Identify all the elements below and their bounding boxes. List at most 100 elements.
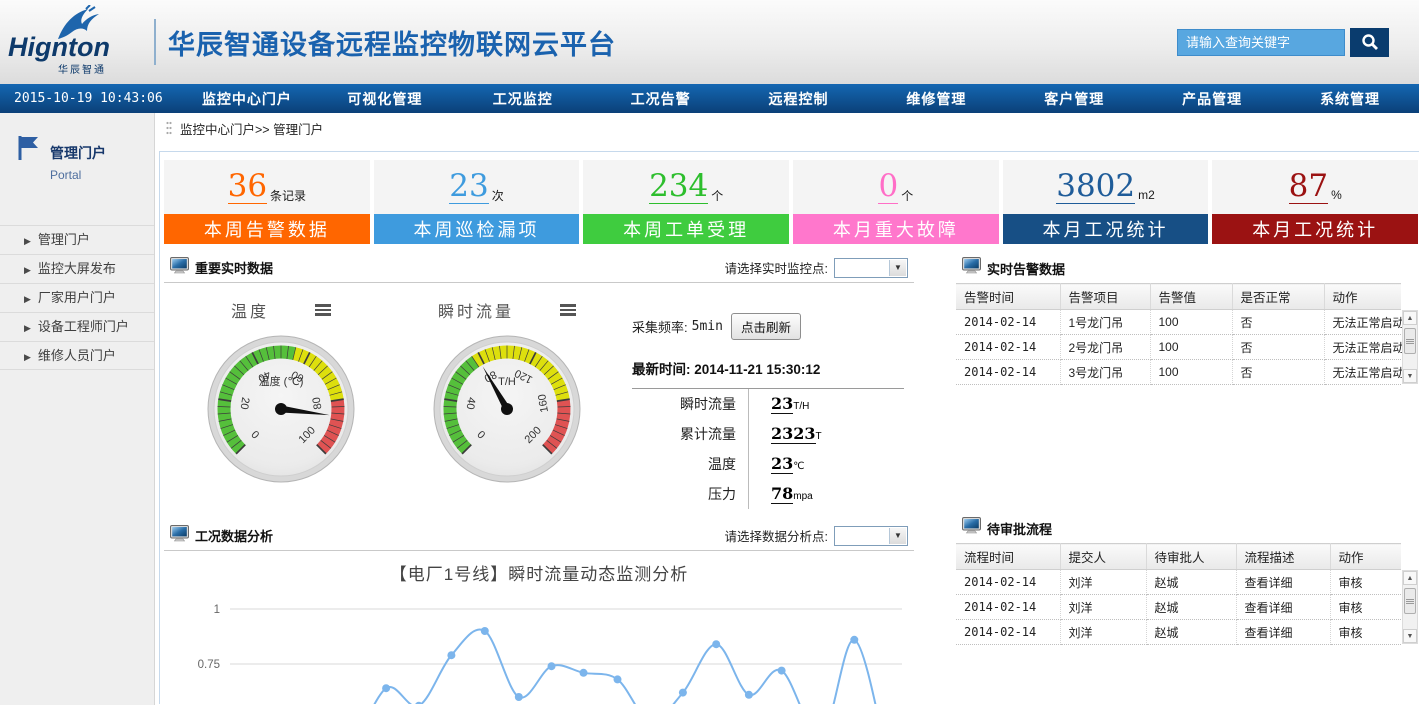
analysis-point-select[interactable]: ▼ bbox=[834, 526, 908, 546]
sidebar-item-2[interactable]: ▶监控大屏发布 bbox=[0, 254, 154, 283]
search-input[interactable] bbox=[1177, 29, 1345, 56]
table-cell: 100 bbox=[1150, 360, 1232, 385]
realtime-data-panel: 重要实时数据 请选择实时监控点: ▼ 温度020406080100温度 (℃)瞬… bbox=[164, 253, 914, 509]
stat-label[interactable]: 本月工况统计 bbox=[1212, 214, 1418, 244]
table-row[interactable]: 2014-02-142号龙门吊100否无法正常启动 bbox=[956, 335, 1401, 360]
nav-item-2[interactable]: 可视化管理 bbox=[316, 89, 454, 109]
scrollbar[interactable]: ▲▼ bbox=[1402, 570, 1418, 644]
menu-icon[interactable] bbox=[560, 302, 576, 318]
brand-logo[interactable]: Hignton 华辰智通 bbox=[0, 3, 152, 81]
stat-label[interactable]: 本周工单受理 bbox=[583, 214, 789, 244]
table-column-header[interactable]: 动作 bbox=[1330, 544, 1401, 570]
table-row[interactable]: 2014-02-14刘洋赵城查看详细审核 bbox=[956, 570, 1401, 595]
table-cell: 2014-02-14 bbox=[956, 360, 1060, 385]
sidebar-item-4[interactable]: ▶设备工程师门户 bbox=[0, 312, 154, 341]
gauge-dial: 020406080100温度 (℃) bbox=[202, 329, 360, 489]
scroll-thumb[interactable] bbox=[1404, 588, 1416, 614]
stat-label[interactable]: 本周巡检漏项 bbox=[374, 214, 580, 244]
nav-item-6[interactable]: 维修管理 bbox=[867, 89, 1005, 109]
scroll-down-icon[interactable]: ▼ bbox=[1403, 369, 1417, 383]
nav-item-7[interactable]: 客户管理 bbox=[1005, 89, 1143, 109]
nav-timestamp: 2015-10-19 10:43:06 bbox=[0, 91, 178, 106]
sidebar-item-3[interactable]: ▶厂家用户门户 bbox=[0, 283, 154, 312]
right-column: 实时告警数据 告警时间告警项目告警值是否正常动作2014-02-141号龙门吊1… bbox=[956, 253, 1418, 704]
table-cell: 否 bbox=[1232, 310, 1324, 335]
metric-row: 累计流量2323T bbox=[632, 419, 904, 449]
stat-cards-row: 36条记录本周告警数据23次本周巡检漏项234个本周工单受理0个本月重大故障38… bbox=[160, 152, 1419, 244]
table-row[interactable]: 2014-02-14刘洋赵城查看详细审核 bbox=[956, 620, 1401, 645]
nav-item-5[interactable]: 远程控制 bbox=[730, 89, 868, 109]
search-bar bbox=[1177, 28, 1389, 57]
sidebar-item-5[interactable]: ▶维修人员门户 bbox=[0, 341, 154, 370]
table-column-header[interactable]: 待审批人 bbox=[1146, 544, 1236, 570]
search-icon bbox=[1361, 33, 1379, 51]
stat-label[interactable]: 本月工况统计 bbox=[1003, 214, 1209, 244]
table-column-header[interactable]: 告警值 bbox=[1150, 284, 1232, 310]
refresh-button[interactable]: 点击刷新 bbox=[731, 313, 801, 340]
table-cell: 2号龙门吊 bbox=[1060, 335, 1150, 360]
nav-item-3[interactable]: 工况监控 bbox=[454, 89, 592, 109]
scroll-thumb[interactable] bbox=[1404, 328, 1416, 354]
table-cell: 查看详细 bbox=[1236, 595, 1330, 620]
stat-card-2[interactable]: 23次本周巡检漏项 bbox=[374, 160, 580, 244]
svg-text:20: 20 bbox=[238, 396, 252, 410]
menu-icon[interactable] bbox=[315, 302, 331, 318]
table-cell: 1号龙门吊 bbox=[1060, 310, 1150, 335]
table-column-header[interactable]: 告警时间 bbox=[956, 284, 1060, 310]
table-column-header[interactable]: 提交人 bbox=[1060, 544, 1146, 570]
table-column-header[interactable]: 流程描述 bbox=[1236, 544, 1330, 570]
nav-item-9[interactable]: 系统管理 bbox=[1281, 89, 1419, 109]
table-cell: 赵城 bbox=[1146, 570, 1236, 595]
stat-card-1[interactable]: 36条记录本周告警数据 bbox=[164, 160, 370, 244]
data-table: 告警时间告警项目告警值是否正常动作2014-02-141号龙门吊100否无法正常… bbox=[956, 283, 1401, 385]
stat-card-3[interactable]: 234个本周工单受理 bbox=[583, 160, 789, 244]
approval-panel-title: 待审批流程 bbox=[987, 519, 1052, 538]
header-divider bbox=[154, 19, 156, 65]
table-cell: 赵城 bbox=[1146, 595, 1236, 620]
grip-icon bbox=[166, 121, 172, 135]
stat-card-value-area: 0个 bbox=[793, 160, 999, 214]
chevron-down-icon[interactable]: ▼ bbox=[889, 528, 906, 544]
stat-card-value-area: 36条记录 bbox=[164, 160, 370, 214]
table-cell: 2014-02-14 bbox=[956, 620, 1060, 645]
table-row[interactable]: 2014-02-141号龙门吊100否无法正常启动 bbox=[956, 310, 1401, 335]
search-button[interactable] bbox=[1350, 28, 1389, 57]
stat-card-5[interactable]: 3802m2本月工况统计 bbox=[1003, 160, 1209, 244]
nav-item-8[interactable]: 产品管理 bbox=[1143, 89, 1281, 109]
stat-unit: 次 bbox=[492, 187, 504, 204]
stat-label[interactable]: 本周告警数据 bbox=[164, 214, 370, 244]
table-column-header[interactable]: 流程时间 bbox=[956, 544, 1060, 570]
realtime-panel-title: 重要实时数据 bbox=[195, 258, 273, 277]
scroll-up-icon[interactable]: ▲ bbox=[1403, 571, 1417, 585]
table-row[interactable]: 2014-02-14刘洋赵城查看详细审核 bbox=[956, 595, 1401, 620]
scrollbar[interactable]: ▲▼ bbox=[1402, 310, 1418, 384]
stat-card-4[interactable]: 0个本月重大故障 bbox=[793, 160, 999, 244]
table-cell: 审核 bbox=[1330, 570, 1401, 595]
metric-unit: ℃ bbox=[793, 461, 804, 472]
table-column-header[interactable]: 告警项目 bbox=[1060, 284, 1150, 310]
sidebar-item-1[interactable]: ▶管理门户 bbox=[0, 225, 154, 254]
triangle-right-icon: ▶ bbox=[24, 236, 31, 246]
table-row[interactable]: 2014-02-143号龙门吊100否无法正常启动 bbox=[956, 360, 1401, 385]
stat-unit: 个 bbox=[711, 187, 723, 204]
stat-card-6[interactable]: 87%本月工况统计 bbox=[1212, 160, 1418, 244]
stat-label[interactable]: 本月重大故障 bbox=[793, 214, 999, 244]
breadcrumb: 监控中心门户>> 管理门户 bbox=[159, 113, 1419, 143]
gauge-2: 瞬时流量04080120160200T/H bbox=[422, 295, 592, 509]
chevron-down-icon[interactable]: ▼ bbox=[889, 260, 906, 276]
table-cell: 刘洋 bbox=[1060, 620, 1146, 645]
table-column-header[interactable]: 是否正常 bbox=[1232, 284, 1324, 310]
table-cell: 3号龙门吊 bbox=[1060, 360, 1150, 385]
analysis-select-label: 请选择数据分析点: bbox=[725, 526, 828, 545]
sidebar: 管理门户 Portal ▶管理门户▶监控大屏发布▶厂家用户门户▶设备工程师门户▶… bbox=[0, 113, 155, 705]
stat-card-value-area: 87% bbox=[1212, 160, 1418, 214]
nav-item-4[interactable]: 工况告警 bbox=[592, 89, 730, 109]
scroll-up-icon[interactable]: ▲ bbox=[1403, 311, 1417, 325]
realtime-point-select[interactable]: ▼ bbox=[834, 258, 908, 278]
nav-item-1[interactable]: 监控中心门户 bbox=[178, 89, 316, 109]
latest-time-label: 最新时间: bbox=[632, 362, 691, 377]
table-column-header[interactable]: 动作 bbox=[1324, 284, 1401, 310]
scroll-down-icon[interactable]: ▼ bbox=[1403, 629, 1417, 643]
svg-text:1: 1 bbox=[214, 604, 220, 616]
table-cell: 查看详细 bbox=[1236, 620, 1330, 645]
